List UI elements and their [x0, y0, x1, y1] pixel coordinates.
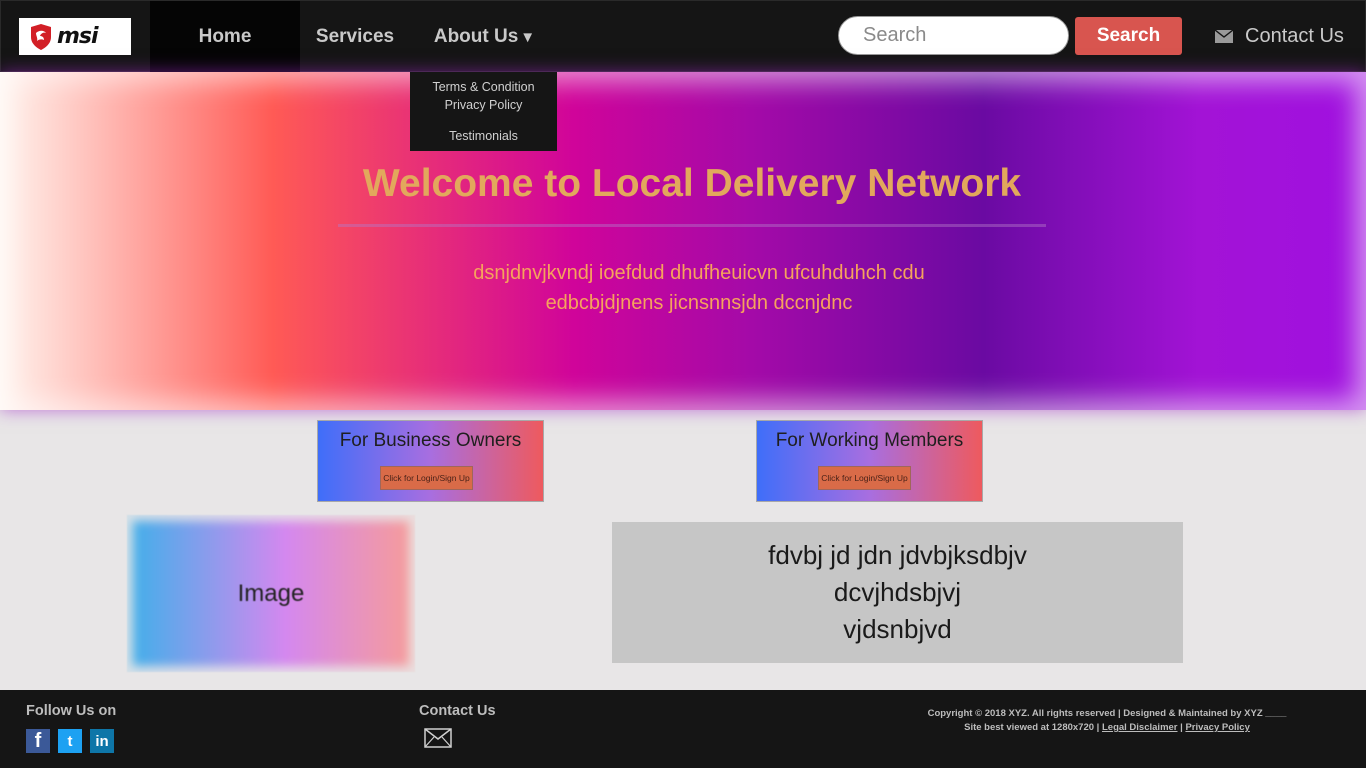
dropdown-item-privacy-policy[interactable]: Privacy Policy: [410, 98, 557, 112]
hero-text-line: edbcbjdjnens jicnsnnsjdn dccnjdnc: [545, 292, 853, 314]
nav-home-label: Home: [198, 26, 252, 47]
envelope-icon: [1215, 29, 1233, 43]
best-viewed-text: Site best viewed at 1280x720 |: [964, 722, 1102, 733]
copyright-line-links: Site best viewed at 1280x720 | Legal Dis…: [900, 721, 1314, 735]
hero-text-line: dsnjdnvjkvndj ioefdud dhufheuicvn ufcuhd…: [473, 262, 925, 284]
business-login-signup-button[interactable]: Click for Login/Sign Up: [380, 466, 473, 490]
info-text-box: fdvbj jd jdn jdvbjksdbjv dcvjhdsbjvj vjd…: [612, 522, 1183, 663]
header-contact-label: Contact Us: [1245, 24, 1344, 47]
copyright-line: Copyright © 2018 XYZ. All rights reserve…: [927, 708, 1287, 719]
image-placeholder: Image: [127, 515, 415, 672]
nav-about-us[interactable]: About Us ▼: [411, 1, 558, 73]
nav-services[interactable]: Services: [300, 1, 410, 73]
privacy-policy-link[interactable]: Privacy Policy: [1185, 722, 1249, 733]
envelope-icon[interactable]: [424, 728, 452, 748]
info-text-line: fdvbj jd jdn jdvbjksdbjv: [768, 540, 1027, 570]
nav-about-label: About Us: [433, 26, 519, 47]
msi-dragon-shield-icon: [31, 23, 51, 50]
caret-down-icon: ▼: [520, 28, 536, 46]
search-button[interactable]: Search: [1075, 17, 1182, 55]
brand-logo[interactable]: msi: [19, 18, 131, 55]
twitter-icon[interactable]: t: [58, 729, 82, 753]
hero-title: Welcome to Local Delivery Network: [362, 162, 1022, 205]
hero-banner: Welcome to Local Delivery Network dsnjdn…: [0, 72, 1366, 410]
working-members-card: For Working Members Click for Login/Sign…: [756, 420, 983, 502]
info-text-line: vjdsnbjvd: [843, 614, 952, 644]
business-owners-card: For Business Owners Click for Login/Sign…: [317, 420, 544, 502]
top-navbar: msi Home Services About Us ▼ Search Cont…: [0, 0, 1366, 73]
info-text-line: dcvjhdsbjvj: [833, 577, 962, 607]
hero-divider: [338, 224, 1046, 227]
linkedin-icon[interactable]: in: [90, 729, 114, 753]
header-contact-link[interactable]: Contact Us: [1215, 19, 1344, 53]
copyright-notice: Copyright © 2018 XYZ. All rights reserve…: [900, 707, 1314, 735]
about-us-dropdown: Terms & Condition Privacy Policy Testimo…: [410, 72, 557, 151]
footer-contact-heading: Contact Us: [419, 703, 496, 719]
nav-services-label: Services: [315, 26, 395, 47]
legal-disclaimer-link[interactable]: Legal Disclaimer: [1102, 722, 1178, 733]
nav-home[interactable]: Home: [150, 1, 300, 73]
follow-us-heading: Follow Us on: [26, 703, 117, 719]
card-title: For Business Owners: [339, 430, 522, 451]
members-login-signup-button[interactable]: Click for Login/Sign Up: [818, 466, 911, 490]
dropdown-item-terms[interactable]: Terms & Condition: [410, 80, 557, 94]
hero-description: dsnjdnvjkvndj ioefdud dhufheuicvn ufcuhd…: [338, 258, 1060, 318]
image-placeholder-label: Image: [237, 579, 305, 607]
search-input[interactable]: [838, 16, 1069, 55]
brand-logo-text: msi: [57, 24, 99, 49]
facebook-icon[interactable]: f: [26, 729, 50, 753]
card-title: For Working Members: [775, 430, 964, 451]
dropdown-item-testimonials[interactable]: Testimonials: [410, 129, 557, 143]
site-footer: Follow Us on f t in Contact Us Copyright…: [0, 690, 1366, 768]
